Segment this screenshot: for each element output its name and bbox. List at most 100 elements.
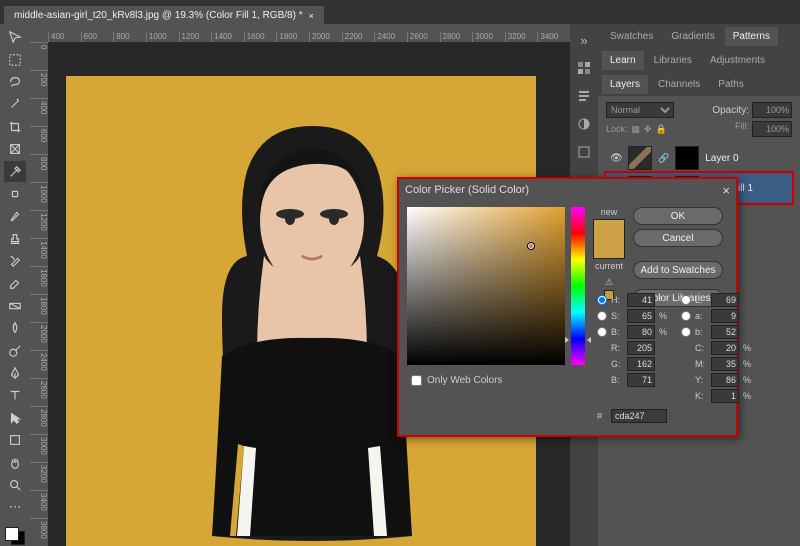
history-brush-tool[interactable]: [4, 251, 26, 271]
hue-input[interactable]: [627, 293, 655, 307]
lasso-tool[interactable]: [4, 72, 26, 92]
m-input[interactable]: [711, 357, 739, 371]
move-tool[interactable]: [4, 27, 26, 47]
green-input[interactable]: [627, 357, 655, 371]
dialog-titlebar[interactable]: Color Picker (Solid Color) ×: [399, 179, 736, 201]
L-input[interactable]: [711, 293, 739, 307]
tab-layers[interactable]: Layers: [602, 75, 648, 94]
tab-paths[interactable]: Paths: [710, 75, 752, 94]
lock-pixels-icon[interactable]: ▦: [632, 124, 641, 135]
saturation-value-field[interactable]: [407, 207, 565, 365]
lock-position-icon[interactable]: ✥: [644, 124, 652, 135]
blur-tool[interactable]: [4, 318, 26, 338]
sat-input[interactable]: [627, 309, 655, 323]
pen-tool[interactable]: [4, 363, 26, 383]
tab-learn[interactable]: Learn: [602, 51, 644, 70]
y-input[interactable]: [711, 373, 739, 387]
only-web-colors-checkbox[interactable]: [411, 375, 422, 386]
gradient-tool[interactable]: [4, 296, 26, 316]
ruler-tick: 1000: [30, 182, 48, 210]
ruler-tick: 1000: [146, 32, 179, 42]
mask-thumbnail[interactable]: [675, 146, 699, 170]
ok-button[interactable]: OK: [633, 207, 723, 225]
adjustments-panel-icon[interactable]: [574, 114, 594, 134]
lock-all-icon[interactable]: 🔒: [656, 124, 667, 135]
opacity-value[interactable]: 100%: [752, 102, 792, 118]
foreground-color-swatch[interactable]: [5, 527, 19, 541]
color-panel-icon[interactable]: [574, 58, 594, 78]
cancel-button[interactable]: Cancel: [633, 229, 723, 247]
tab-adjustments[interactable]: Adjustments: [702, 51, 773, 70]
edit-toolbar[interactable]: ⋯: [4, 497, 26, 517]
hue-radio[interactable]: [597, 295, 607, 305]
zoom-tool[interactable]: [4, 475, 26, 495]
frame-tool[interactable]: [4, 139, 26, 159]
type-tool[interactable]: [4, 385, 26, 405]
ruler-tick: 1200: [179, 32, 212, 42]
tab-gradients[interactable]: Gradients: [663, 27, 722, 46]
eraser-tool[interactable]: [4, 273, 26, 293]
close-icon[interactable]: ×: [722, 183, 730, 198]
layer-thumbnail[interactable]: [628, 146, 652, 170]
hue-slider[interactable]: [571, 207, 585, 365]
document-tab[interactable]: middle-asian-girl_t20_kRv8l3.jpg @ 19.3%…: [4, 6, 324, 24]
ruler-tick: 800: [30, 154, 48, 182]
properties-panel-icon[interactable]: [574, 86, 594, 106]
hue-pointer[interactable]: [568, 337, 588, 341]
swatches-panel-tabs: Swatches Gradients Patterns: [598, 24, 800, 48]
fill-value[interactable]: 100%: [752, 121, 792, 137]
hex-input[interactable]: [611, 409, 667, 423]
crop-tool[interactable]: [4, 117, 26, 137]
ruler-tick: 2800: [30, 406, 48, 434]
learn-panel-tabs: Learn Libraries Adjustments: [598, 48, 800, 72]
stamp-tool[interactable]: [4, 229, 26, 249]
hand-tool[interactable]: [4, 452, 26, 472]
ruler-tick: 2000: [309, 32, 342, 42]
eyedropper-tool[interactable]: [4, 161, 26, 181]
ruler-tick: 200: [30, 70, 48, 98]
brush-tool[interactable]: [4, 206, 26, 226]
close-tab-icon[interactable]: ×: [309, 11, 314, 21]
a-input[interactable]: [711, 309, 739, 323]
sat-radio[interactable]: [597, 311, 607, 321]
marquee-tool[interactable]: [4, 49, 26, 69]
libraries-panel-icon[interactable]: [574, 142, 594, 162]
add-to-swatches-button[interactable]: Add to Swatches: [633, 261, 723, 279]
shape-tool[interactable]: [4, 430, 26, 450]
k-input[interactable]: [711, 389, 739, 403]
warning-icon[interactable]: ⚠: [605, 277, 613, 288]
sv-cursor[interactable]: [527, 242, 535, 250]
l-radio[interactable]: [681, 295, 691, 305]
lab-b-radio[interactable]: [681, 327, 691, 337]
y-label: Y:: [695, 375, 707, 385]
a-radio[interactable]: [681, 311, 691, 321]
c-input[interactable]: [711, 341, 739, 355]
opacity-label: Opacity:: [712, 105, 749, 116]
layer-name[interactable]: Layer 0: [705, 153, 738, 164]
tab-channels[interactable]: Channels: [650, 75, 708, 94]
ruler-tick: 400: [30, 98, 48, 126]
layer-row[interactable]: 👁 🔗 Layer 0: [606, 143, 792, 173]
collapse-dock-icon[interactable]: »: [574, 30, 594, 50]
blue-input[interactable]: [627, 373, 655, 387]
visibility-toggle-icon[interactable]: 👁: [610, 153, 622, 164]
link-icon[interactable]: 🔗: [658, 153, 669, 164]
ruler-tick: 3400: [537, 32, 570, 42]
blend-mode-select[interactable]: Normal: [606, 102, 674, 118]
heal-tool[interactable]: [4, 184, 26, 204]
bri-radio[interactable]: [597, 327, 607, 337]
red-input[interactable]: [627, 341, 655, 355]
tools-toolbar: ⋯: [0, 24, 30, 546]
tab-libraries[interactable]: Libraries: [646, 51, 700, 70]
path-select-tool[interactable]: [4, 408, 26, 428]
color-swatches[interactable]: [4, 526, 26, 546]
ruler-tick: 1400: [30, 238, 48, 266]
lab-b-input[interactable]: [711, 325, 739, 339]
tab-swatches[interactable]: Swatches: [602, 27, 661, 46]
tab-patterns[interactable]: Patterns: [725, 27, 778, 46]
dodge-tool[interactable]: [4, 340, 26, 360]
wand-tool[interactable]: [4, 94, 26, 114]
bri-input[interactable]: [627, 325, 655, 339]
color-preview-swatch[interactable]: [593, 219, 625, 259]
ruler-tick: 2600: [30, 378, 48, 406]
